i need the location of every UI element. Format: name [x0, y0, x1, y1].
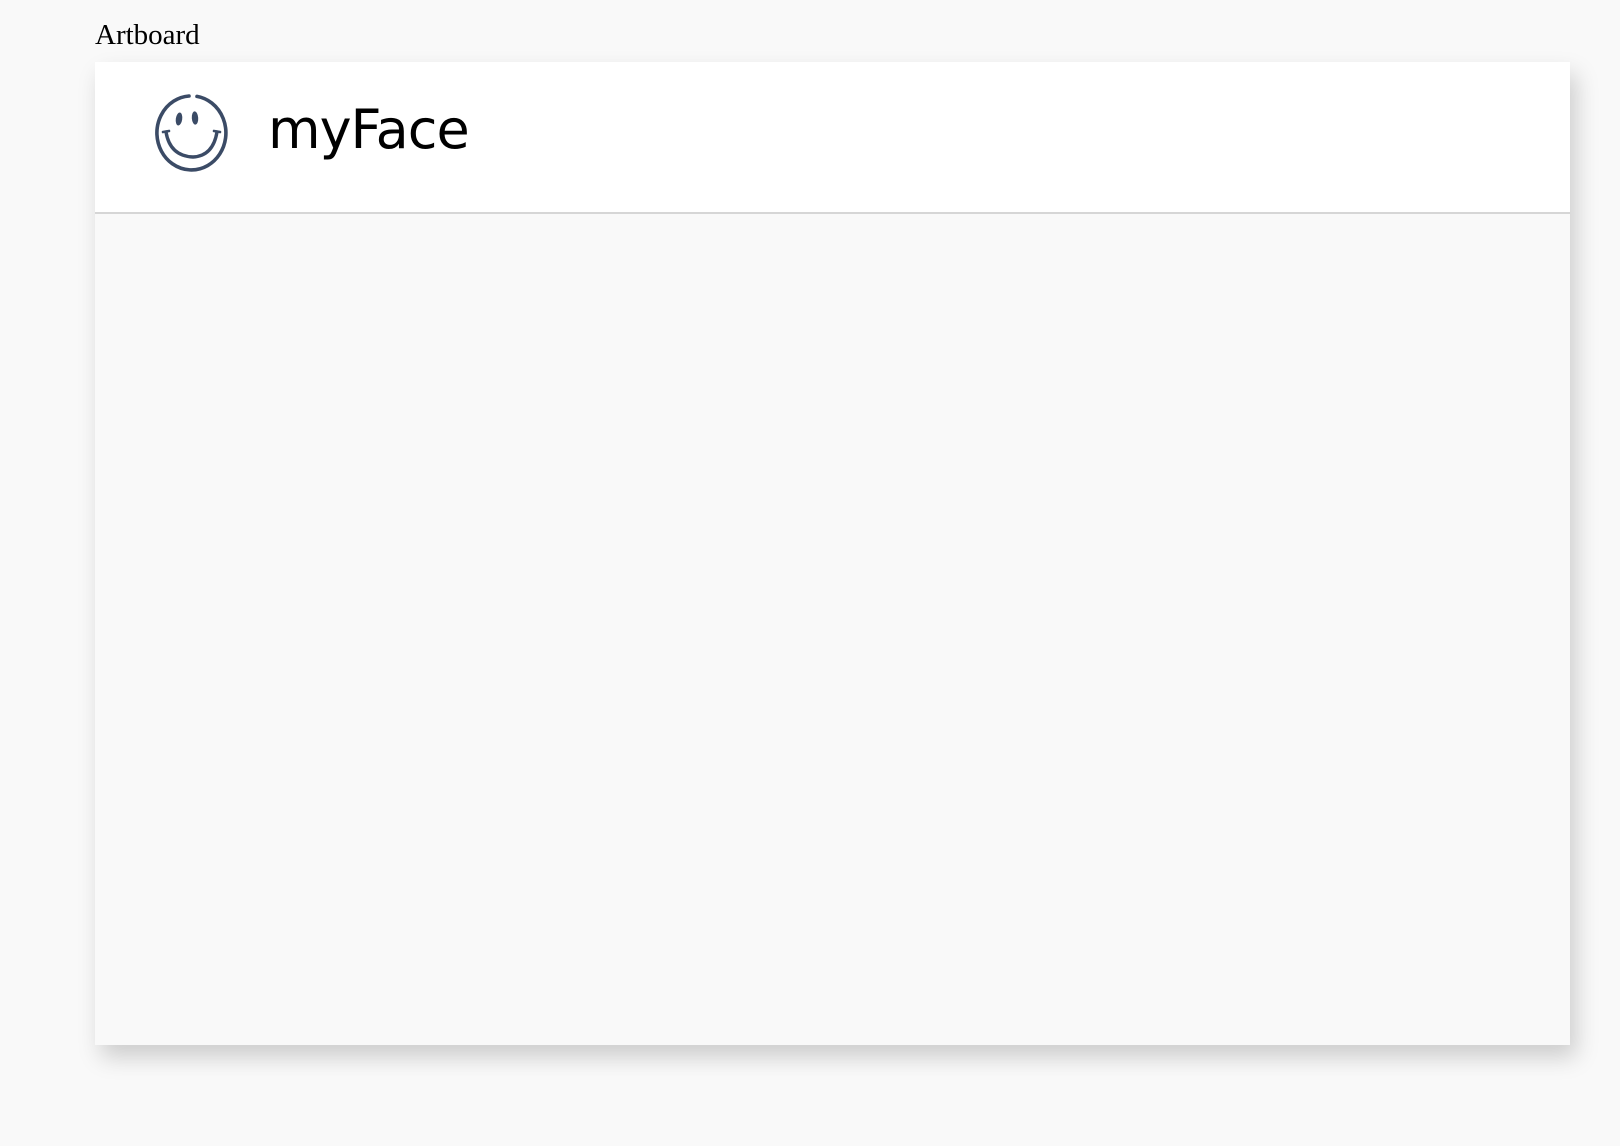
- artboard: myFace: [95, 62, 1570, 1045]
- main-content-area: [95, 214, 1570, 1045]
- smiley-face-icon[interactable]: [153, 90, 231, 172]
- page: Artboard myFace: [0, 0, 1620, 1146]
- brand-name[interactable]: myFace: [268, 90, 470, 170]
- app-header: myFace: [95, 62, 1570, 214]
- artboard-label: Artboard: [95, 19, 200, 51]
